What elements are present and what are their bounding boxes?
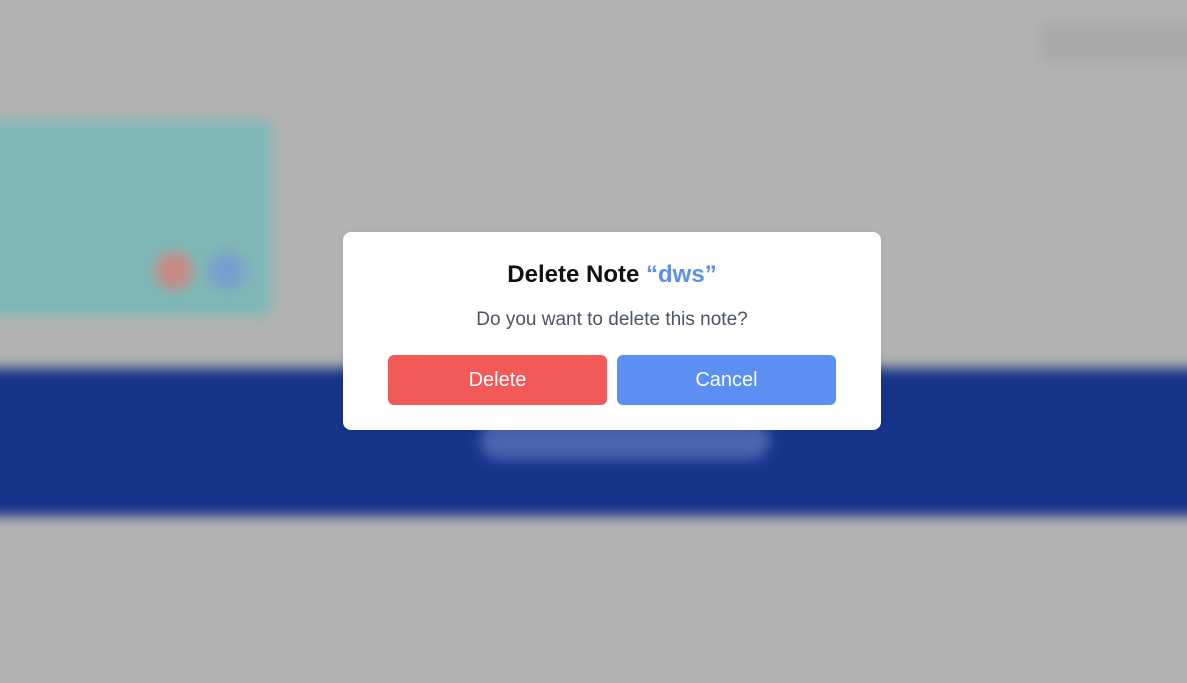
dialog-message: Do you want to delete this note? — [476, 309, 748, 330]
dialog-title: Delete Note “dws” — [343, 260, 881, 290]
note-name: “dws” — [646, 261, 717, 288]
background-delete-icon — [155, 252, 193, 290]
modal-overlay[interactable]: Delete Note “dws” Do you want to delete … — [0, 0, 1187, 683]
cancel-button[interactable]: Cancel — [617, 355, 836, 405]
delete-note-dialog: Delete Note “dws” Do you want to delete … — [343, 232, 881, 430]
background-header-button — [1040, 22, 1187, 62]
delete-button[interactable]: Delete — [388, 355, 607, 405]
dialog-title-prefix: Delete Note — [507, 261, 640, 288]
background-edit-icon — [208, 252, 246, 290]
